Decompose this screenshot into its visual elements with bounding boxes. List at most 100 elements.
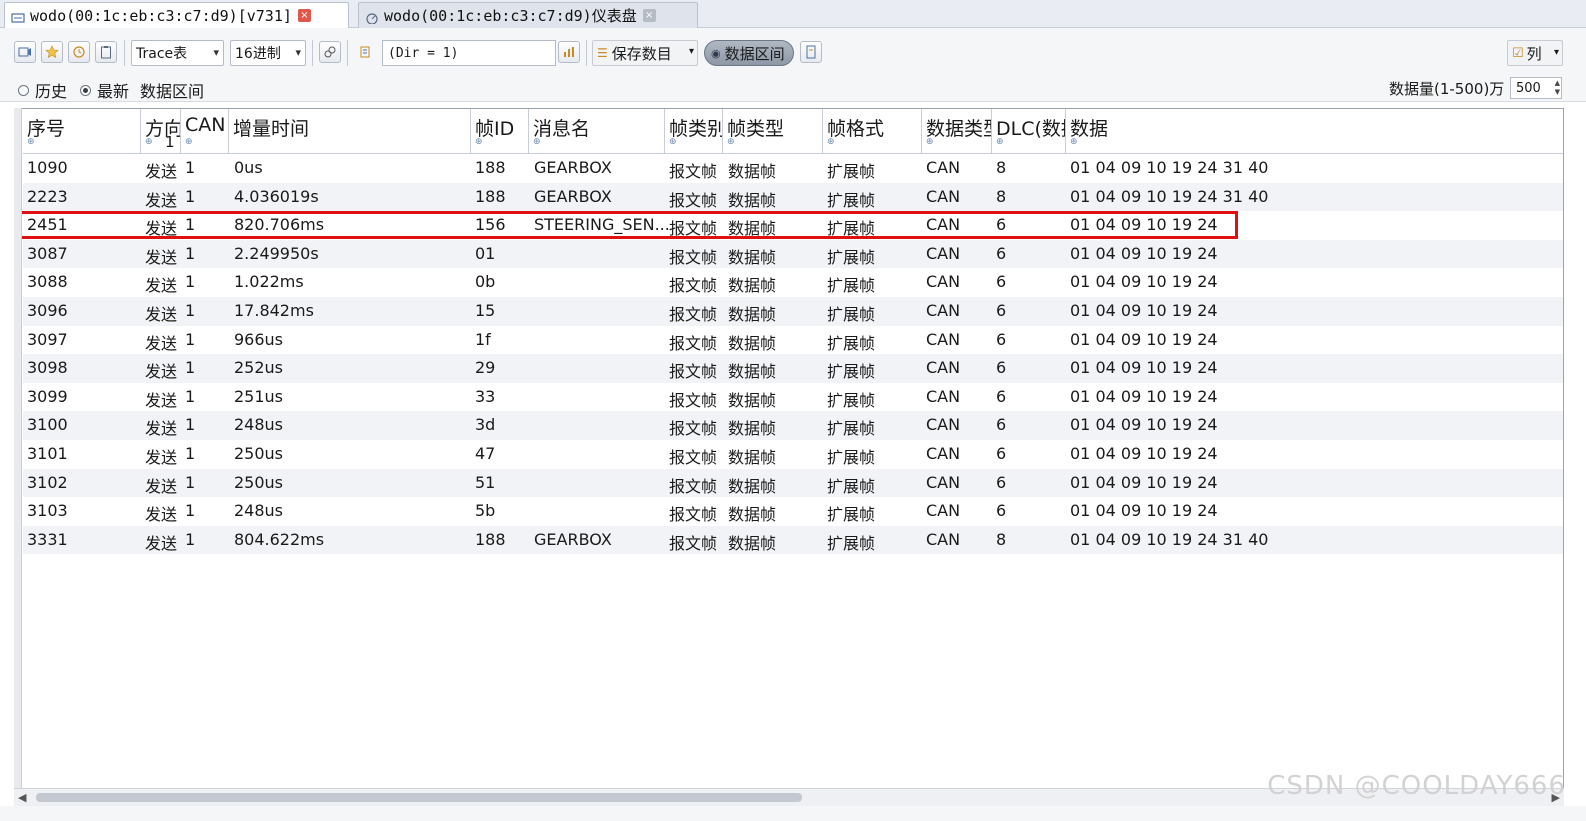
scrollbar-thumb[interactable]	[36, 793, 802, 802]
column-header-can[interactable]: CAN ⊕	[181, 109, 229, 154]
table-row[interactable]: 3102 发送 1 250us 51 报文帧 数据帧 扩展帧 CAN 6 01 04 09 10 1…	[23, 468, 1563, 498]
radix-select-value: 16进制	[235, 46, 281, 62]
cell-message-name: GEARBOX	[534, 186, 612, 206]
cell-frame-type: 数据帧	[728, 333, 777, 353]
filter-icon[interactable]: ⊕	[926, 137, 934, 147]
filter-icon[interactable]: ⊕	[475, 137, 483, 147]
filter-icon[interactable]: ⊕	[27, 137, 35, 147]
cell-dlc: 6	[996, 329, 1007, 349]
cell-delta-time: 252us	[234, 358, 284, 378]
cell-frame-class: 报文帧	[669, 476, 718, 496]
column-header-data-type[interactable]: 数据类型⊕	[922, 109, 992, 154]
filter-icon[interactable]: ⊕	[669, 137, 677, 147]
record-icon[interactable]	[14, 41, 36, 63]
cell-frame-format: 扩展帧	[827, 305, 876, 324]
clock-icon[interactable]	[68, 41, 90, 63]
cell-index: 3331	[27, 529, 68, 549]
table-row[interactable]: 3088 发送 1 1.022ms 0b 报文帧 数据帧 扩展帧 CAN 6 01 04 09 10…	[23, 268, 1563, 297]
filter-icon[interactable]: ⊕	[1070, 137, 1078, 147]
filter-icon[interactable]	[354, 41, 376, 63]
tab-dashboard-close-icon[interactable]: ×	[642, 9, 656, 22]
chart-icon[interactable]	[558, 41, 580, 63]
table-row[interactable]: 3331 发送 1 804.622ms 188 GEARBOX 报文帧 数据帧 扩展帧 CAN 8 0…	[23, 525, 1563, 555]
cell-frame-format: 扩展帧	[827, 219, 876, 239]
column-header-delta-time[interactable]: 增量时间	[229, 109, 471, 154]
table-row[interactable]: 2223 发送 1 4.036019s 188 GEARBOX 报文帧 数据帧 扩展帧 CAN 8 0…	[23, 182, 1563, 212]
clipboard-icon[interactable]	[95, 41, 117, 63]
data-range-button[interactable]: ◉ 数据区间	[704, 40, 794, 66]
table-row[interactable]: 2451 发送 1 820.706ms 156 STEERING_SEN... 报文帧 数据帧…	[23, 211, 1563, 240]
column-header-index[interactable]: 序号 ⊕	[23, 109, 141, 154]
column-header-frame-format[interactable]: 帧格式 ⊕	[823, 109, 922, 154]
column-header-frame-type[interactable]: 帧类型 ⊕	[723, 109, 823, 154]
history-radio[interactable]: 历史	[18, 78, 67, 102]
table-row[interactable]: 1090 发送 1 0us 188 GEARBOX 报文帧 数据帧 扩展帧 CAN 8 01 04 0…	[23, 154, 1563, 183]
cell-data-type: CAN	[926, 501, 961, 521]
cell-frame-format: 扩展帧	[827, 247, 876, 267]
cell-data: 01 04 09 10 19 24	[1070, 358, 1218, 378]
tab-dashboard[interactable]: wodo(00:1c:eb:c3:c7:d9)仪表盘 ×	[358, 2, 698, 28]
cell-data-type: CAN	[926, 444, 961, 463]
count-input[interactable]: 500 ▲ ▼	[1510, 77, 1562, 99]
cell-frame-class: 报文帧	[669, 533, 718, 553]
view-select[interactable]: Trace表 ▾	[131, 40, 224, 66]
cell-data-type: CAN	[926, 158, 961, 177]
filter-icon[interactable]: ⊕	[145, 137, 153, 147]
table-row[interactable]: 3096 发送 1 17.842ms 15 报文帧 数据帧 扩展帧 CAN 6 01 04 09 1…	[23, 297, 1563, 326]
cell-data: 01 04 09 10 19 24	[1070, 386, 1218, 406]
filter-input[interactable]: (Dir = 1)	[382, 40, 556, 66]
save-count-button[interactable]: ☰ 保存数目 ▾	[592, 40, 698, 66]
tab-trace-close-icon[interactable]: ×	[297, 9, 311, 22]
star-icon[interactable]	[41, 41, 63, 63]
filter-icon[interactable]: ⊕	[727, 137, 735, 147]
radix-select[interactable]: 16进制 ▾	[230, 40, 306, 66]
cell-index: 3099	[27, 386, 68, 406]
cell-data-type: CAN	[926, 529, 961, 549]
table-row[interactable]: 3099 发送 1 251us 33 报文帧 数据帧 扩展帧 CAN 6 01 04 09 10 1…	[23, 383, 1563, 412]
chevron-down-icon: ▾	[1553, 47, 1559, 58]
data-range-label: 数据区间	[724, 44, 785, 63]
spinner-icon[interactable]: ▲ ▼	[1555, 79, 1560, 97]
cell-frame-type: 数据帧	[728, 448, 777, 467]
cell-frame-class: 报文帧	[669, 162, 718, 181]
cell-index: 2451	[27, 215, 68, 235]
column-header-dlc[interactable]: DLC(数据长度)⊕	[992, 109, 1066, 154]
column-header-data[interactable]: 数据 ⊕	[1066, 109, 1563, 154]
column-header-direction[interactable]: 方向 ⊕ 1	[141, 109, 181, 154]
columns-button[interactable]: ☑ 列 ▾	[1507, 40, 1563, 66]
filter-icon[interactable]: ⊕	[533, 137, 541, 147]
cell-direction: 发送	[145, 276, 178, 296]
column-header-message-name[interactable]: 消息名 ⊕	[529, 109, 665, 154]
cell-data: 01 04 09 10 19 24	[1070, 444, 1218, 463]
cell-frame-format: 扩展帧	[827, 333, 876, 353]
table-row[interactable]: 3101 发送 1 250us 47 报文帧 数据帧 扩展帧 CAN 6 01 04 09 10 1…	[23, 440, 1563, 469]
filter-icon[interactable]: ⊕	[827, 137, 835, 147]
table-row[interactable]: 3087 发送 1 2.249950s 01 报文帧 数据帧 扩展帧 CAN 6 01 04 09 …	[23, 239, 1563, 269]
cell-frame-id: 51	[475, 472, 496, 492]
filter-icon[interactable]: ⊕	[185, 137, 193, 147]
link-icon[interactable]	[319, 41, 341, 63]
tab-trace[interactable]: wodo(00:1c:eb:c3:c7:d9)[v731] ×	[4, 2, 349, 28]
table-row[interactable]: 3097 发送 1 966us 1f 报文帧 数据帧 扩展帧 CAN 6 01 04 09 10 1…	[23, 326, 1563, 355]
filter-icon[interactable]: ⊕	[996, 137, 1004, 147]
cell-frame-type: 数据帧	[728, 362, 777, 382]
document-icon[interactable]	[800, 41, 822, 63]
toolbar-separator	[124, 40, 125, 66]
cell-frame-format: 扩展帧	[827, 390, 876, 410]
scroll-left-icon[interactable]: ◀	[18, 791, 26, 804]
table-row[interactable]: 3098 发送 1 252us 29 报文帧 数据帧 扩展帧 CAN 6 01 04 09 10 1…	[23, 354, 1563, 383]
chevron-down-icon: ▾	[688, 46, 694, 57]
radio-off-icon	[18, 84, 29, 96]
column-header-label: 增量时间	[233, 118, 310, 140]
table-row[interactable]: 3103 发送 1 248us 5b 报文帧 数据帧 扩展帧 CAN 6 01 04 09 10 1…	[23, 497, 1563, 526]
cell-data: 01 04 09 10 19 24	[1070, 329, 1218, 349]
column-header-frame-id[interactable]: 帧ID ⊕	[471, 109, 529, 154]
cell-direction: 发送	[145, 476, 178, 496]
cell-index: 3098	[27, 358, 68, 378]
table-row[interactable]: 3100 发送 1 248us 3d 报文帧 数据帧 扩展帧 CAN 6 01 04 09 10 1…	[23, 411, 1563, 440]
cell-can: 1	[185, 272, 196, 292]
latest-radio[interactable]: 最新	[80, 78, 129, 102]
history-label: 历史	[35, 82, 68, 101]
radio-on-icon	[80, 84, 91, 96]
column-header-frame-class[interactable]: 帧类别 ⊕	[665, 109, 723, 154]
